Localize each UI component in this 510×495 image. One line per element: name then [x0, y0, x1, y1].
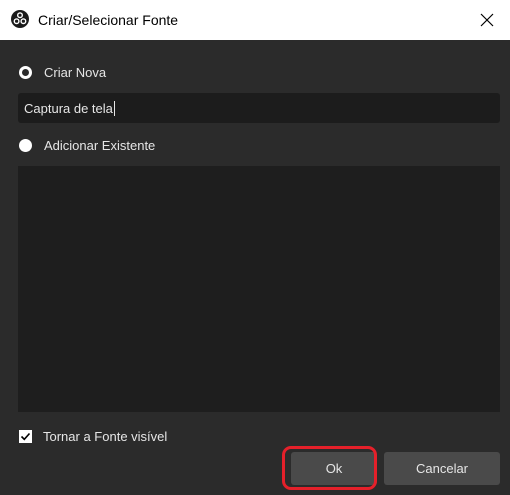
window-title: Criar/Selecionar Fonte [38, 12, 179, 28]
close-icon [480, 13, 494, 27]
add-existing-radio-option[interactable]: Adicionar Existente [19, 136, 155, 154]
source-name-input[interactable]: Captura de tela [18, 93, 500, 123]
make-source-visible-option[interactable]: Tornar a Fonte visível [19, 427, 167, 445]
create-new-label: Criar Nova [44, 64, 107, 80]
create-new-radio-option[interactable]: Criar Nova [19, 63, 106, 81]
ok-button[interactable]: Ok [291, 452, 377, 485]
text-caret [113, 100, 115, 116]
source-name-value: Captura de tela [24, 100, 113, 116]
add-existing-label: Adicionar Existente [44, 137, 156, 153]
create-new-radio[interactable] [19, 65, 32, 79]
create-select-source-dialog: Criar/Selecionar Fonte Criar Nova Captur… [0, 0, 510, 495]
cancel-button[interactable]: Cancelar [384, 452, 500, 485]
add-existing-radio[interactable] [19, 138, 32, 152]
close-button[interactable] [464, 0, 510, 40]
checkmark-icon [20, 432, 31, 440]
make-source-visible-checkbox[interactable] [19, 429, 32, 443]
title-bar: Criar/Selecionar Fonte [0, 0, 510, 40]
existing-sources-list[interactable] [18, 166, 500, 412]
make-source-visible-label: Tornar a Fonte visível [43, 428, 168, 444]
obs-icon [11, 10, 29, 28]
